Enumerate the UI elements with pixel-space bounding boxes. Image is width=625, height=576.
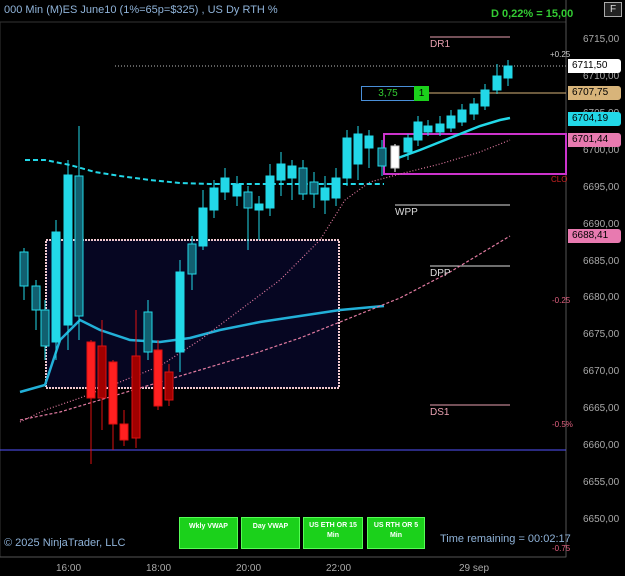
position-pnl-box[interactable]: 3,75	[361, 86, 415, 101]
copyright: © 2025 NinjaTrader, LLC	[4, 537, 126, 549]
price-tick: 6655,00	[583, 477, 620, 488]
us-eth-or-15-button[interactable]: US ETH OR 15 Min	[303, 517, 363, 549]
corner-button[interactable]: F	[604, 2, 622, 17]
band-price-tag: 6701,44	[568, 133, 621, 147]
price-tick: 6670,00	[583, 366, 620, 377]
ds1-label: DS1	[430, 407, 450, 418]
time-tick: 20:00	[236, 563, 262, 574]
entry-price-tag: 6707,75	[568, 86, 621, 100]
vwap-price-tag: 6704,19	[568, 112, 621, 126]
wpp-label: WPP	[395, 207, 418, 218]
price-tick: 6685,00	[583, 256, 620, 267]
wkly-vwap-button[interactable]: Wkly VWAP	[179, 517, 238, 549]
clo-label: CLO	[551, 175, 568, 184]
position-quantity[interactable]: 1	[414, 86, 429, 101]
price-tick: 6695,00	[583, 182, 620, 193]
dpp-label: DPP	[430, 268, 451, 279]
time-tick: 29 sep	[459, 563, 490, 574]
price-tick: 6650,00	[583, 514, 620, 525]
price-tick: 6715,00	[583, 34, 620, 45]
price-chart[interactable]	[0, 0, 625, 576]
time-remaining: Time remaining = 00:02:17	[440, 533, 571, 545]
price-tick: 6665,00	[583, 403, 620, 414]
day-vwap-button[interactable]: Day VWAP	[241, 517, 300, 549]
chart-title: 000 Min (M)ES June10 (1%=65p=$325) , US …	[4, 4, 278, 16]
pct-label-plus-025: +0.25	[550, 50, 571, 59]
price-tick: 6680,00	[583, 292, 620, 303]
us-rth-or-5-button[interactable]: US RTH OR 5 Min	[367, 517, 425, 549]
daily-stat: D 0,22% = 15,00	[491, 8, 574, 20]
pct-label-minus-075: -0.75	[552, 544, 571, 553]
last-price-tag: 6711,50	[568, 59, 621, 73]
dr1-label: DR1	[430, 39, 451, 50]
price-tick: 6675,00	[583, 329, 620, 340]
lower-band-price-tag: 6688,41	[568, 229, 621, 243]
pct-label-minus-025: -0.25	[552, 296, 571, 305]
time-tick: 18:00	[146, 563, 172, 574]
time-tick: 22:00	[326, 563, 352, 574]
time-tick: 16:00	[56, 563, 82, 574]
price-tick: 6660,00	[583, 440, 620, 451]
pct-label-minus-05: -0.5%	[552, 420, 573, 429]
